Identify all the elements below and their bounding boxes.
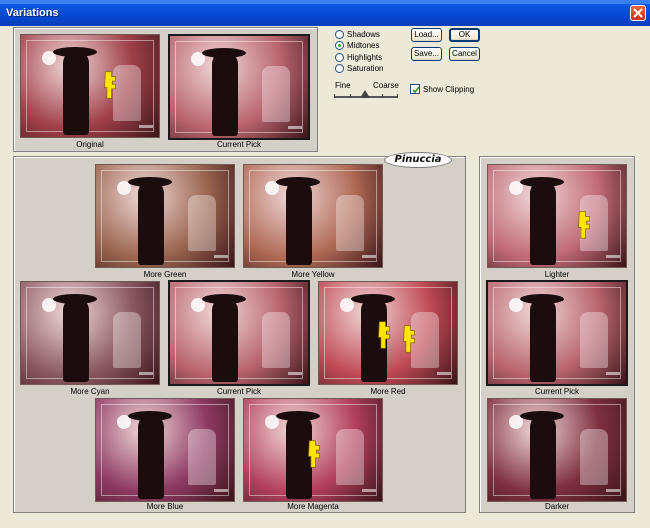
checkmark-icon xyxy=(412,86,420,94)
window-title: Variations xyxy=(6,7,59,19)
thumbnail-current-pick-center[interactable] xyxy=(168,280,310,386)
signature-text xyxy=(606,372,620,375)
pinuccia-logo: Pinuccia xyxy=(384,152,452,168)
ghost-figures xyxy=(336,195,364,251)
radio-indicator xyxy=(335,53,344,62)
slider-coarse-label: Coarse xyxy=(373,81,399,90)
radio-midtones-label: Midtones xyxy=(347,41,380,50)
load-button[interactable]: Load... xyxy=(411,28,442,42)
hand-pointer-icon xyxy=(403,325,415,353)
slider-tick xyxy=(334,94,335,98)
slider-tick xyxy=(397,94,398,98)
radio-highlights[interactable]: Highlights xyxy=(335,52,382,63)
thumbnail-more-green[interactable] xyxy=(95,164,235,268)
ghost-figures xyxy=(188,429,216,485)
more-red-caption: More Red xyxy=(370,387,406,396)
signature-text xyxy=(214,489,228,492)
thumbnail-more-yellow[interactable] xyxy=(243,164,383,268)
thumbnail-current-pick-brightness[interactable] xyxy=(486,280,628,386)
ghost-figures xyxy=(188,195,216,251)
ghost-figures xyxy=(262,66,290,122)
darker-caption: Darker xyxy=(544,502,569,511)
thumbnail-lighter[interactable] xyxy=(487,164,627,268)
hand-pointer-icon xyxy=(308,440,320,468)
signature-text xyxy=(288,372,302,375)
ok-button[interactable]: OK xyxy=(449,28,480,42)
title-bar-top-strip xyxy=(0,0,650,4)
radio-indicator xyxy=(335,41,344,50)
signature-text xyxy=(139,372,153,375)
more-blue-caption: More Blue xyxy=(146,502,184,511)
more-yellow-caption: More Yellow xyxy=(291,270,335,279)
ghost-figures xyxy=(262,312,290,368)
close-icon xyxy=(633,8,643,18)
woman-figure xyxy=(138,415,164,499)
woman-figure xyxy=(530,415,556,499)
slider-thumb[interactable] xyxy=(360,90,370,98)
ghost-figures xyxy=(336,429,364,485)
slider-fine-label: Fine xyxy=(335,81,351,90)
signature-text xyxy=(362,489,376,492)
ghost-figures xyxy=(113,312,141,368)
ghost-figures xyxy=(113,65,141,121)
signature-text xyxy=(214,255,228,258)
more-cyan-caption: More Cyan xyxy=(70,387,110,396)
radio-indicator xyxy=(335,64,344,73)
woman-figure xyxy=(286,181,312,265)
radio-indicator xyxy=(335,30,344,39)
radio-highlights-label: Highlights xyxy=(347,53,383,62)
woman-figure xyxy=(530,181,556,265)
radio-midtones[interactable]: Midtones xyxy=(335,40,379,51)
woman-figure xyxy=(530,298,556,382)
lighter-caption: Lighter xyxy=(544,270,570,279)
current-pick-caption-center: Current Pick xyxy=(216,387,261,396)
slider-tick xyxy=(350,94,351,98)
woman-figure xyxy=(63,298,89,382)
woman-figure xyxy=(212,298,238,382)
radio-saturation-label: Saturation xyxy=(347,64,384,73)
more-green-caption: More Green xyxy=(143,270,187,279)
original-caption: Original xyxy=(76,140,104,149)
cancel-button[interactable]: Cancel xyxy=(449,47,480,61)
hand-pointer-icon xyxy=(578,211,590,239)
thumbnail-more-cyan[interactable] xyxy=(20,281,160,385)
signature-text xyxy=(437,372,451,375)
radio-shadows[interactable]: Shadows xyxy=(335,29,380,40)
save-button[interactable]: Save... xyxy=(411,47,442,61)
signature-text xyxy=(139,125,153,128)
thumbnail-more-blue[interactable] xyxy=(95,398,235,502)
current-pick-thumbnail-top xyxy=(168,34,310,140)
woman-figure xyxy=(63,51,89,135)
signature-text xyxy=(362,255,376,258)
signature-text xyxy=(288,126,302,129)
close-button[interactable] xyxy=(630,5,646,21)
current-pick-caption-top: Current Pick xyxy=(216,140,261,149)
ghost-figures xyxy=(580,312,608,368)
ghost-figures xyxy=(580,429,608,485)
show-clipping-label: Show Clipping xyxy=(423,85,475,94)
title-bar: Variations xyxy=(0,0,650,26)
radio-saturation[interactable]: Saturation xyxy=(335,63,383,74)
signature-text xyxy=(606,255,620,258)
signature-text xyxy=(606,489,620,492)
more-magenta-caption: More Magenta xyxy=(287,502,339,511)
woman-figure xyxy=(212,52,238,136)
slider-tick xyxy=(382,94,383,98)
hand-pointer-icon xyxy=(104,71,116,99)
woman-figure xyxy=(138,181,164,265)
hand-pointer-icon xyxy=(378,321,390,349)
current-pick-caption-brightness: Current Pick xyxy=(534,387,579,396)
show-clipping-checkbox[interactable] xyxy=(410,84,420,94)
radio-shadows-label: Shadows xyxy=(347,30,380,39)
thumbnail-darker[interactable] xyxy=(487,398,627,502)
original-thumbnail xyxy=(20,34,160,138)
